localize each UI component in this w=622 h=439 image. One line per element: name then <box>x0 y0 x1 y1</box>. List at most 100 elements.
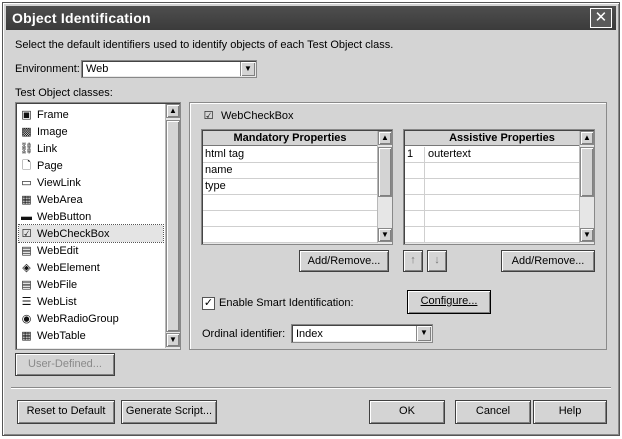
assistive-header: Assistive Properties <box>405 131 579 146</box>
help-label: Help <box>558 405 582 417</box>
class-list-item[interactable]: ◉ WebRadioGroup <box>19 310 163 327</box>
mandatory-property-row[interactable]: name <box>203 163 377 179</box>
user-defined-button[interactable]: User-Defined... <box>15 353 115 376</box>
webedit-icon: ▤ <box>21 244 32 257</box>
class-list-item[interactable]: ☑ WebCheckBox <box>18 224 164 243</box>
generate-script-button[interactable]: Generate Script... <box>121 400 217 424</box>
scroll-down-icon[interactable]: ▼ <box>166 333 180 347</box>
chevron-down-icon[interactable]: ▼ <box>416 326 431 341</box>
webtable-icon: ▦ <box>21 329 32 342</box>
class-list-item[interactable]: ▦ WebArea <box>19 191 163 208</box>
class-list-item[interactable]: ▦ WebTable <box>19 327 163 344</box>
chevron-down-icon[interactable]: ▼ <box>240 62 255 76</box>
scroll-thumb[interactable] <box>166 120 180 332</box>
class-list-item[interactable]: ▤ WebEdit <box>19 242 163 259</box>
mandatory-add-remove-button[interactable]: Add/Remove... <box>299 250 389 272</box>
mandatory-property-row[interactable]: type <box>203 179 377 195</box>
mandatory-property-row[interactable]: html tag <box>203 147 377 163</box>
class-list-item-label: WebEdit <box>37 244 79 257</box>
mandatory-property-row[interactable] <box>203 211 377 227</box>
assistive-property-row[interactable] <box>405 211 579 227</box>
webbutton-icon: ▬ <box>21 210 32 223</box>
column-divider <box>424 211 425 226</box>
reset-to-default-button[interactable]: Reset to Default <box>17 400 115 424</box>
class-list-item-label: WebList <box>37 295 77 308</box>
column-divider <box>424 147 425 162</box>
class-list-item-label: Link <box>37 142 58 155</box>
assistive-row-number: 1 <box>407 148 414 160</box>
instruction-text: Select the default identifiers used to i… <box>15 39 394 51</box>
assistive-property-row[interactable]: 1 outertext <box>405 147 579 163</box>
class-list-item[interactable]: ▬ WebButton <box>19 208 163 225</box>
scroll-thumb[interactable] <box>378 147 392 197</box>
selected-class-header: ☑ WebCheckBox <box>201 109 294 123</box>
assistive-scrollbar[interactable]: ▲ ▼ <box>579 131 594 243</box>
mandatory-property-row[interactable] <box>203 227 377 243</box>
ordinal-identifier-combo[interactable]: Index ▼ <box>291 324 433 343</box>
configure-button[interactable]: Configure... <box>407 290 491 314</box>
scroll-down-icon[interactable]: ▼ <box>378 228 392 242</box>
class-list-item-label: ViewLink <box>37 176 81 189</box>
mandatory-property-row[interactable] <box>203 195 377 211</box>
mandatory-scrollbar[interactable]: ▲ ▼ <box>377 131 392 243</box>
weblist-icon: ☰ <box>21 295 32 308</box>
assistive-add-remove-button[interactable]: Add/Remove... <box>501 250 595 272</box>
assistive-property-row[interactable] <box>405 179 579 195</box>
column-divider <box>424 163 425 178</box>
generate-script-label: Generate Script... <box>125 405 213 417</box>
image-icon: ▩ <box>21 125 32 138</box>
class-list-item-label: Image <box>37 125 68 138</box>
assistive-properties-grid: Assistive Properties 1 outertext ▲ ▼ <box>403 129 595 245</box>
help-button[interactable]: Help <box>533 400 607 424</box>
column-divider <box>424 227 425 242</box>
class-list-item-label: WebRadioGroup <box>37 312 119 325</box>
class-list-item[interactable]: ▩ Image <box>19 123 163 140</box>
assistive-row-value: outertext <box>428 148 471 160</box>
column-divider <box>424 179 425 194</box>
environment-combo[interactable]: Web ▼ <box>81 60 257 78</box>
class-list-item-label: WebCheckBox <box>37 227 110 240</box>
frame-icon: ▣ <box>21 108 32 121</box>
assistive-property-row[interactable] <box>405 195 579 211</box>
class-list-item-label: WebTable <box>37 329 86 342</box>
smart-identification-checkbox[interactable]: ✓ <box>202 297 215 310</box>
configure-label: Configure... <box>420 295 478 307</box>
class-list-item[interactable]: ▤ WebFile <box>19 276 163 293</box>
class-list-item[interactable]: ▣ Frame <box>19 106 163 123</box>
assistive-header-label: Assistive Properties <box>449 132 555 144</box>
class-list-item[interactable]: ☰ WebList <box>19 293 163 310</box>
mandatory-properties-grid: Mandatory Properties html tag name type ▲ … <box>201 129 393 245</box>
selected-class-label: WebCheckBox <box>221 110 294 122</box>
scroll-up-icon[interactable]: ▲ <box>580 131 594 145</box>
title-bar: Object Identification ✕ <box>6 6 616 30</box>
classes-label: Test Object classes: <box>15 87 113 99</box>
object-identification-dialog: Object Identification ✕ Select the defau… <box>2 2 620 436</box>
assistive-property-row[interactable] <box>405 227 579 243</box>
webarea-icon: ▦ <box>21 193 32 206</box>
webelement-icon: ◈ <box>22 261 31 274</box>
class-list-item-label: WebButton <box>37 210 92 223</box>
close-button[interactable]: ✕ <box>590 8 612 28</box>
class-list-item[interactable]: ▭ ViewLink <box>19 174 163 191</box>
webradiogroup-icon: ◉ <box>21 312 32 325</box>
move-down-button[interactable]: ↓ <box>427 250 447 272</box>
class-list-item[interactable]: ⛓ Link <box>19 140 163 157</box>
ordinal-identifier-label: Ordinal identifier: <box>202 328 286 340</box>
ordinal-identifier-value: Index <box>296 328 323 340</box>
scroll-up-icon[interactable]: ▲ <box>378 131 392 145</box>
class-list-item[interactable]: ◈ WebElement <box>19 259 163 276</box>
scroll-thumb[interactable] <box>580 147 594 197</box>
scroll-up-icon[interactable]: ▲ <box>166 104 180 118</box>
column-divider <box>424 195 425 210</box>
assistive-add-remove-label: Add/Remove... <box>511 255 585 267</box>
cancel-button[interactable]: Cancel <box>455 400 531 424</box>
cancel-label: Cancel <box>475 405 511 417</box>
ok-button[interactable]: OK <box>369 400 445 424</box>
class-list-item-label: Page <box>37 159 63 172</box>
scroll-down-icon[interactable]: ▼ <box>580 228 594 242</box>
assistive-property-row[interactable] <box>405 163 579 179</box>
move-up-button[interactable]: ↑ <box>403 250 423 272</box>
class-list-item[interactable]: 🗋 Page <box>19 157 163 174</box>
class-list: ▣ Frame ▩ Image ⛓ Link 🗋 Page ▭ ViewLink ▦ WebArea ▬… <box>15 102 181 350</box>
class-list-scrollbar[interactable]: ▲ ▼ <box>165 104 180 348</box>
